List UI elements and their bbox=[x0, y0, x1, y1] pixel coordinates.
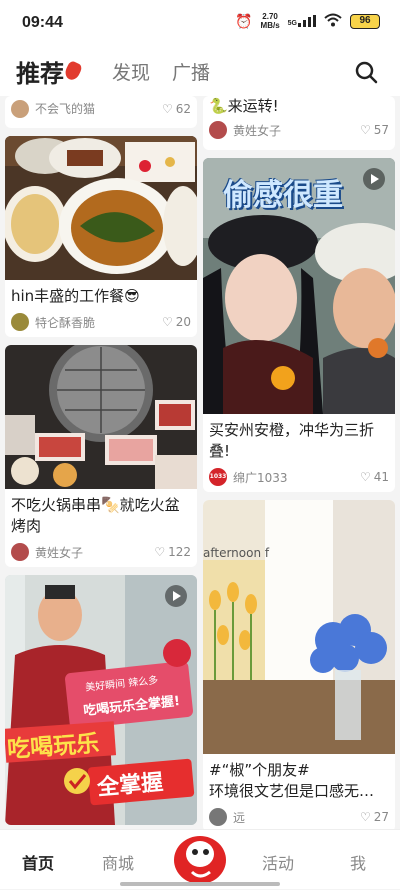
like-button[interactable]: ♡ 27 bbox=[360, 810, 389, 824]
card-username: 不会飞的猫 bbox=[35, 102, 96, 116]
card-title: #“椒”个朋友# 环境很文艺但是口感无… bbox=[209, 761, 375, 800]
card-image: 美好瞬间 辣么多 吃喝玩乐全掌握! 吃喝玩乐 全掌握 bbox=[5, 575, 197, 825]
home-indicator[interactable] bbox=[120, 882, 280, 886]
card-image: afternoon f bbox=[203, 500, 395, 754]
card-meta: 1033 绵广1033 ♡ 41 bbox=[203, 462, 395, 492]
heart-icon: ♡ bbox=[161, 315, 173, 329]
alarm-icon: ⏰ bbox=[235, 12, 253, 29]
nav-mall[interactable]: 商城 bbox=[102, 850, 134, 874]
chili-pepper-icon bbox=[62, 59, 84, 83]
network-speed: 2.70 MB/s bbox=[260, 12, 280, 30]
heart-icon: ♡ bbox=[359, 470, 371, 484]
card-title: 买安州安橙，冲华为三折叠! bbox=[209, 421, 375, 460]
card-meta: 黄姓女子 ♡ 122 bbox=[5, 537, 197, 567]
tab-recommend[interactable]: 推荐 bbox=[16, 54, 84, 89]
promo-text-big1: 吃喝玩乐 bbox=[6, 730, 101, 764]
card-image bbox=[5, 345, 197, 489]
heart-icon: ♡ bbox=[161, 101, 173, 116]
feed-card[interactable]: 偷感很重 买安州安橙，冲华为三折叠! 1033 绵广1033 ♡ 41 bbox=[203, 158, 395, 492]
card-title: hin丰盛的工作餐😎 bbox=[11, 287, 140, 305]
card-meta: 远 ♡ 27 bbox=[203, 802, 395, 832]
play-icon bbox=[363, 168, 385, 190]
heart-icon: ♡ bbox=[359, 810, 371, 824]
feed-card[interactable]: 美好瞬间 辣么多 吃喝玩乐全掌握! 吃喝玩乐 全掌握 bbox=[5, 575, 197, 825]
avatar bbox=[11, 543, 29, 561]
heart-icon: ♡ bbox=[359, 123, 371, 137]
avatar bbox=[11, 99, 29, 118]
signal-icon: 5G bbox=[288, 15, 316, 27]
like-button[interactable]: ♡ 57 bbox=[360, 123, 389, 137]
feed-card[interactable]: 🐍来运转! 黄姓女子 ♡ 57 bbox=[203, 96, 395, 150]
feed-card[interactable]: 不会飞的猫 ♡ 62 bbox=[5, 96, 197, 128]
heart-icon: ♡ bbox=[154, 545, 166, 559]
card-meta: 黄姓女子 ♡ 57 bbox=[203, 117, 395, 147]
nav-me[interactable]: 我 bbox=[350, 850, 366, 874]
status-icons: ⏰ 2.70 MB/s 5G 96 bbox=[235, 12, 380, 30]
card-username: 黄姓女子 bbox=[35, 545, 84, 560]
card-image: 偷感很重 bbox=[203, 158, 395, 414]
card-meta: 不会飞的猫 ♡ 62 bbox=[5, 96, 197, 126]
nav-activity[interactable]: 活动 bbox=[262, 850, 294, 874]
feed-card[interactable]: afternoon f #“椒”个朋友# 环境很文艺但是口感无… 远 ♡ 27 bbox=[203, 500, 395, 832]
status-time: 09:44 bbox=[22, 14, 63, 31]
status-bar: 09:44 ⏰ 2.70 MB/s 5G 96 bbox=[0, 0, 400, 48]
feed-card[interactable]: 不吃火锅串串🍢就吃火盆烤肉 黄姓女子 ♡ 122 bbox=[5, 345, 197, 567]
like-button[interactable]: ♡ 122 bbox=[154, 545, 191, 559]
image-caption: 偷感很重 bbox=[223, 178, 343, 213]
card-username: 特仑酥香脆 bbox=[35, 315, 96, 330]
like-button[interactable]: ♡ 41 bbox=[360, 470, 389, 484]
card-username: 远 bbox=[233, 810, 246, 825]
avatar bbox=[209, 121, 227, 139]
avatar bbox=[11, 313, 29, 331]
play-icon bbox=[165, 585, 187, 607]
top-tabs: 推荐 发现 广播 bbox=[0, 48, 400, 96]
feed-left-column: 不会飞的猫 ♡ 62 hin丰盛的工作餐😎 特仑酥香脆 ♡ 20 不吃火锅串串🍢… bbox=[5, 96, 197, 833]
tab-broadcast[interactable]: 广播 bbox=[172, 58, 210, 85]
search-icon bbox=[355, 61, 378, 84]
nav-home[interactable]: 首页 bbox=[22, 850, 54, 874]
promo-text-big2: 全掌握 bbox=[96, 770, 165, 801]
battery-icon: 96 bbox=[350, 13, 380, 29]
feed-card[interactable]: hin丰盛的工作餐😎 特仑酥香脆 ♡ 20 bbox=[5, 136, 197, 337]
avatar: 1033 bbox=[209, 468, 227, 486]
search-button[interactable] bbox=[354, 60, 378, 84]
center-publish-button[interactable] bbox=[170, 830, 230, 886]
like-button[interactable]: ♡ 62 bbox=[162, 102, 191, 116]
card-title: 🐍来运转! bbox=[209, 97, 279, 115]
image-caption: afternoon f bbox=[203, 546, 270, 560]
feed-right-column: 🐍来运转! 黄姓女子 ♡ 57 偷感很重 买安州安橙，冲华为三折叠! 1033 … bbox=[203, 96, 395, 840]
card-username: 绵广1033 bbox=[233, 470, 288, 485]
card-image bbox=[5, 136, 197, 280]
tab-discover[interactable]: 发现 bbox=[112, 58, 150, 85]
like-button[interactable]: ♡ 20 bbox=[162, 315, 191, 329]
avatar bbox=[209, 808, 227, 826]
mascot-logo-icon bbox=[174, 836, 226, 884]
card-title: 不吃火锅串串🍢就吃火盆烤肉 bbox=[11, 496, 180, 535]
bottom-nav: 首页 商城 活动 我 bbox=[0, 829, 400, 889]
card-username: 黄姓女子 bbox=[233, 123, 282, 138]
card-meta: 特仑酥香脆 ♡ 20 bbox=[5, 307, 197, 337]
wifi-icon bbox=[324, 13, 342, 30]
